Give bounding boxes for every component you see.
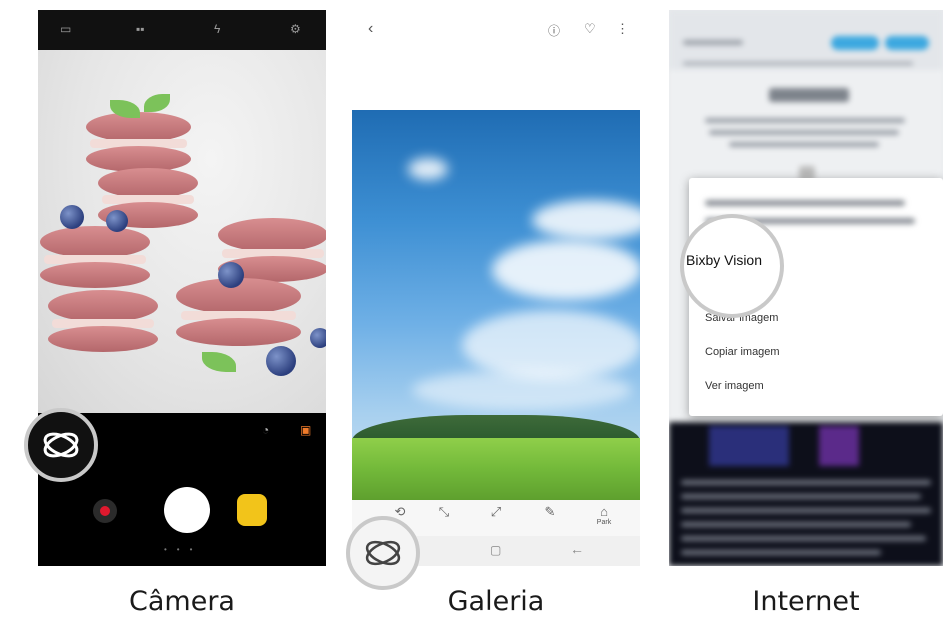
sticker-icon[interactable]: ▣ [300,423,311,437]
gallery-photo[interactable] [352,110,640,500]
tool-park[interactable]: ⌂ Park [584,504,624,526]
bixby-eye-icon [365,540,401,566]
bixby-vision-magnifier[interactable]: Bixby Vision [680,214,784,318]
bixby-vision-label[interactable]: Bixby Vision [686,252,762,268]
gallery-thumbnail[interactable] [237,494,267,526]
tool-item[interactable]: ⤢ [476,504,516,520]
menu-item-copy-image[interactable]: Copiar imagem [705,346,780,358]
tool-label: Park [596,519,612,526]
heart-icon[interactable]: ♡ [584,21,596,37]
gallery-screen: ‹ ⓘ ♡ ⋮ ⟲ ⤡ ⤢ ✎ ⌂ Park ▢ ← [352,10,640,566]
more-vertical-icon[interactable]: ⋮ [616,21,629,37]
caption-camera: Câmera [129,586,235,617]
camera-screen: ▭ ▪▪ ϟ ⚙ ◔ ▣ ••• [38,10,326,566]
tool-item[interactable]: ✎ [530,504,570,520]
camera-preview [38,50,326,413]
caption-internet: Internet [752,586,860,617]
bixby-vision-button[interactable] [346,516,420,590]
hdr-icon[interactable]: ▭ [60,22,71,36]
menu-item-view-image[interactable]: Ver imagem [705,380,764,392]
ratio-icon[interactable]: ▪▪ [136,22,145,36]
caption-gallery: Galeria [447,586,545,617]
gear-icon[interactable]: ⚙ [290,22,301,36]
flash-icon[interactable]: ϟ [214,22,220,36]
back-icon[interactable]: ← [570,541,584,557]
home-icon[interactable]: ▢ [490,543,501,557]
gallery-top-bar: ‹ ⓘ ♡ ⋮ [352,10,640,110]
bixby-vision-button[interactable] [24,408,98,482]
camera-top-bar: ▭ ▪▪ ϟ ⚙ [38,10,326,50]
shutter-button[interactable] [164,487,210,533]
timer-icon[interactable]: ◔ [262,423,269,437]
mode-indicator: ••• [164,545,203,554]
grass-field [352,438,640,500]
back-arrow-icon[interactable]: ‹ [368,20,373,38]
bixby-eye-icon [43,432,79,458]
tool-item[interactable]: ⤡ [424,504,464,520]
record-button[interactable] [93,499,117,523]
info-icon[interactable]: ⓘ [548,22,560,39]
